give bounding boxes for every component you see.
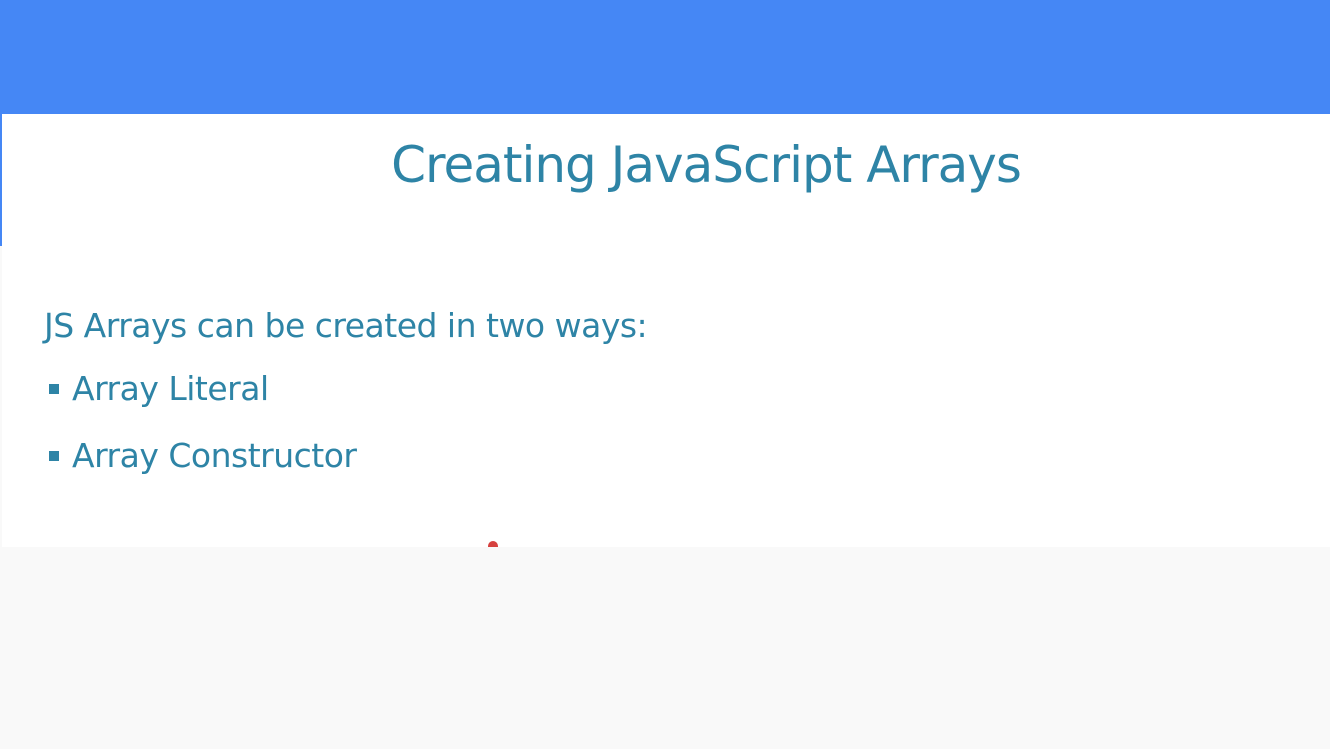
bullet-item-array-constructor: Array Constructor — [44, 436, 357, 506]
bullet-item-array-literal: Array Literal — [44, 372, 356, 439]
slide-title: Creating JavaScript Arrays — [391, 136, 1022, 194]
bullet-label: Array Literal — [72, 369, 269, 408]
top-banner — [0, 0, 1330, 114]
square-bullet-icon — [49, 451, 59, 461]
presentation-slide: Creating JavaScript Arrays JS Arrays can… — [2, 114, 1330, 547]
bullet-label: Array Constructor — [72, 436, 357, 475]
square-bullet-icon — [49, 384, 59, 394]
pointer-cursor-icon — [488, 541, 498, 547]
bullet-list: Array Literal Array Constructor — [44, 372, 357, 506]
screen: Creating JavaScript Arrays JS Arrays can… — [0, 0, 1330, 749]
intro-text: JS Arrays can be created in two ways: — [44, 306, 648, 345]
